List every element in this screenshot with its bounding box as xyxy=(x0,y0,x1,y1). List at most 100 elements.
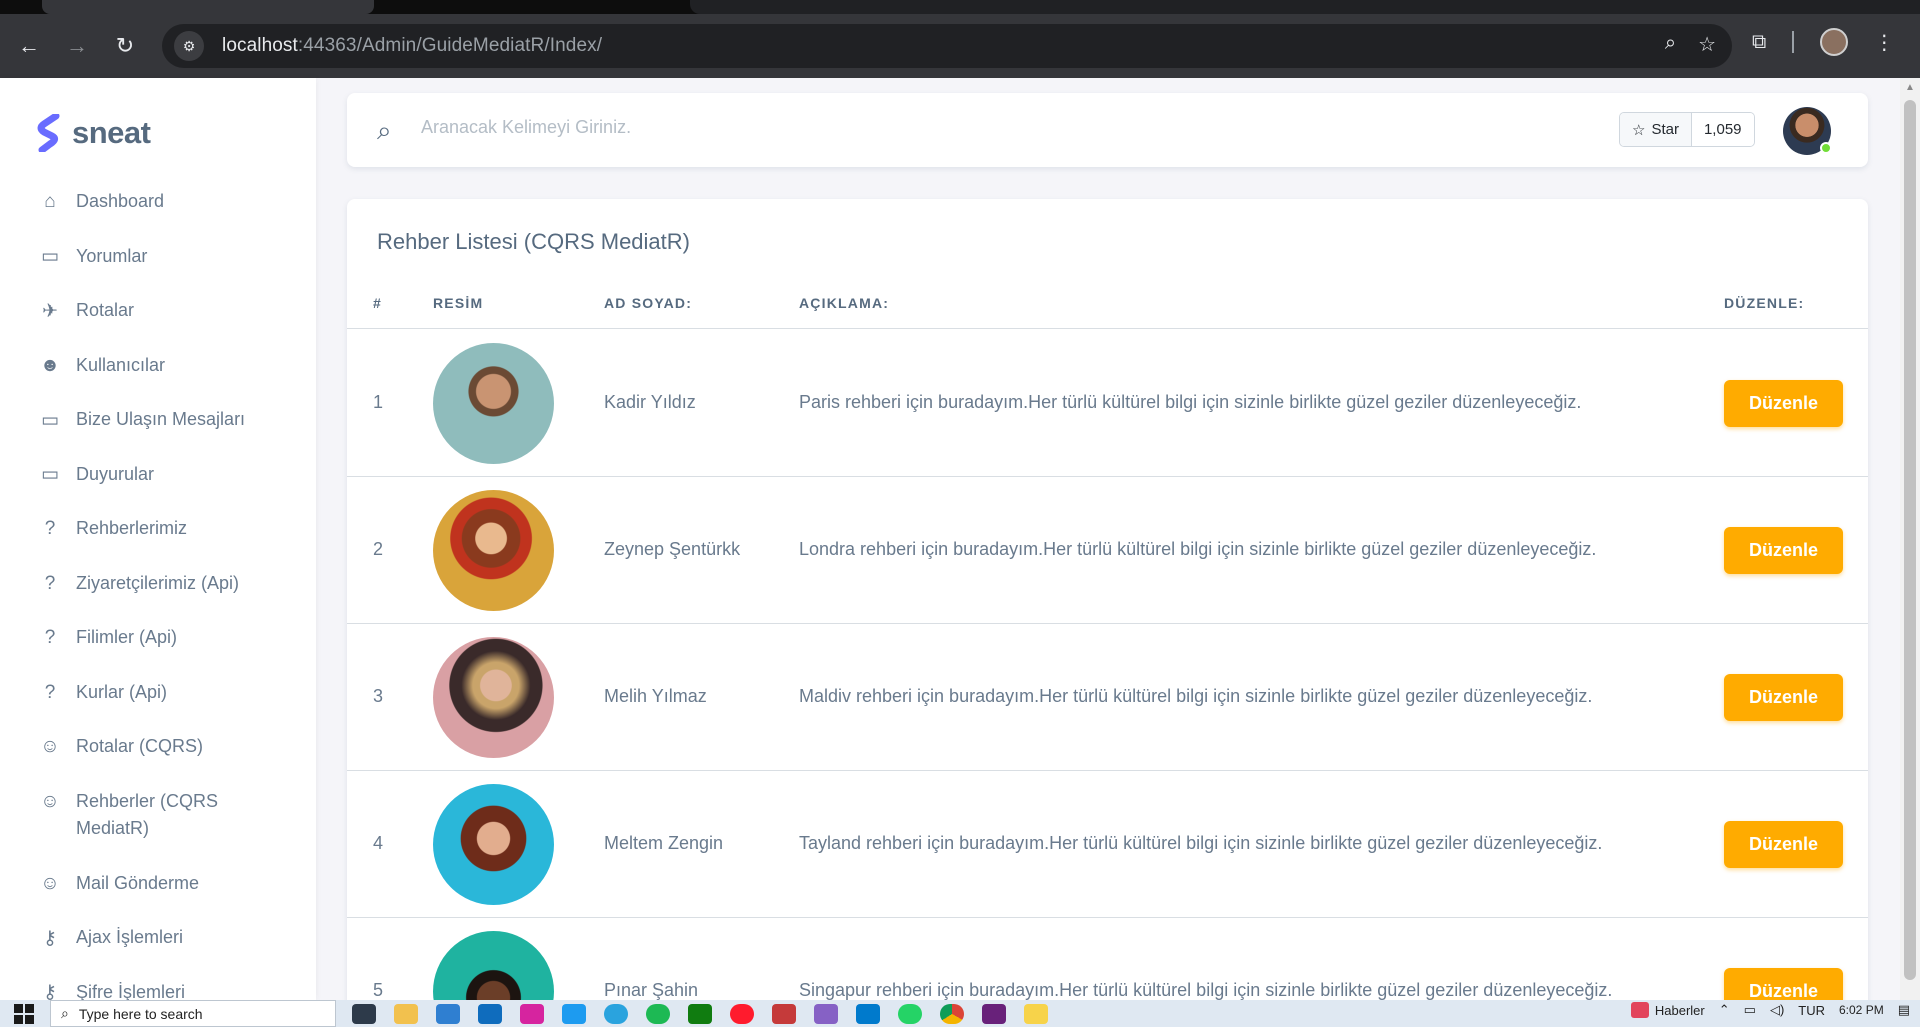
zoom-icon[interactable]: ⌕ xyxy=(1665,32,1676,57)
sidebar-item-label: Rehberlerimiz xyxy=(76,518,188,538)
back-icon[interactable]: ← xyxy=(10,27,48,65)
sidebar-item-yorumlar[interactable]: ▭ Yorumlar xyxy=(38,245,308,300)
network-icon[interactable]: ▭ xyxy=(1744,1002,1756,1018)
sidebar-item-label: Rehberler (CQRS MediatR) xyxy=(76,790,219,838)
tab-strip-background xyxy=(690,0,1920,14)
opera-icon[interactable] xyxy=(730,1003,754,1024)
online-status-icon xyxy=(1820,142,1832,154)
volume-icon[interactable]: ◁) xyxy=(1770,1002,1784,1018)
row-number: 3 xyxy=(373,686,384,706)
language-indicator[interactable]: TUR xyxy=(1798,1003,1825,1018)
table-row: 1 Kadir Yıldız Paris rehberi için burada… xyxy=(347,330,1868,477)
sidebar-item-label: Mail Gönderme xyxy=(76,872,200,893)
column-header-description: AÇIKLAMA: xyxy=(799,295,890,311)
store-icon[interactable] xyxy=(436,1003,460,1024)
sidebar-item-dashboard[interactable]: ⌂ Dashboard xyxy=(38,190,308,245)
github-star-button[interactable]: ☆ Star xyxy=(1620,113,1692,146)
site-info-icon[interactable]: ⚙ xyxy=(174,31,204,61)
profile-avatar[interactable] xyxy=(1820,28,1849,56)
sidebar-item-rotalar[interactable]: ✈ Rotalar xyxy=(38,299,308,354)
spotify-icon[interactable] xyxy=(646,1003,670,1024)
github-star-widget[interactable]: ☆ Star 1,059 xyxy=(1619,112,1755,147)
sidebar-item-rehberlerimiz[interactable]: ? Rehberlerimiz xyxy=(38,517,308,572)
reload-icon[interactable]: ↻ xyxy=(106,27,144,65)
url-host: localhost xyxy=(222,35,298,56)
notification-icon[interactable]: ▤ xyxy=(1898,1002,1910,1018)
edit-button[interactable]: Düzenle xyxy=(1724,821,1843,868)
active-tab[interactable] xyxy=(42,0,374,14)
visual-studio-icon[interactable] xyxy=(814,1003,838,1024)
comment-icon: ▭ xyxy=(41,246,59,267)
guide-description: Tayland rehberi için buradayım.Her türlü… xyxy=(799,833,1603,853)
news-widget[interactable]: Haberler xyxy=(1630,1002,1705,1018)
guide-name: Zeynep Şentürkk xyxy=(604,539,741,559)
sidebar-item-ziyaretcilerimiz[interactable]: ? Ziyaretçilerimiz (Api) xyxy=(38,572,308,627)
whatsapp-icon[interactable] xyxy=(898,1003,922,1024)
xbox-icon[interactable] xyxy=(688,1003,712,1024)
task-view-icon[interactable] xyxy=(352,1003,376,1024)
row-number: 5 xyxy=(373,980,384,1000)
sidebar-item-duyurular[interactable]: ▭ Duyurular xyxy=(38,463,308,518)
outlook-icon[interactable] xyxy=(478,1003,502,1024)
key-icon: ⚷ xyxy=(43,982,57,1000)
guide-list-card: Rehber Listesi (CQRS MediatR) # RESİM AD… xyxy=(347,199,1868,1019)
sidebar-item-rotalar-cqrs[interactable]: ☺ Rotalar (CQRS) xyxy=(38,735,308,790)
help-circle-icon: ? xyxy=(44,518,56,539)
help-circle-icon: ? xyxy=(44,572,56,594)
app-icon[interactable] xyxy=(772,1003,796,1024)
url-text[interactable]: localhost:44363/Admin/GuideMediatR/Index… xyxy=(222,35,602,57)
sidebar-item-rehberler-cqrs[interactable]: ☺ Rehberler (CQRS MediatR) xyxy=(38,790,308,872)
edit-button[interactable]: Düzenle xyxy=(1724,527,1843,574)
tray-chevron-icon[interactable]: ⌃ xyxy=(1719,1002,1730,1018)
chrome-icon[interactable] xyxy=(940,1003,964,1024)
star-count[interactable]: 1,059 xyxy=(1691,113,1754,146)
user-avatar[interactable] xyxy=(1783,107,1832,155)
clock[interactable]: 6:02 PM xyxy=(1839,1004,1884,1016)
instagram-icon[interactable] xyxy=(520,1003,544,1024)
sidebar-item-sifre[interactable]: ⚷ Şifre İşlemleri xyxy=(38,981,308,1001)
taskbar-search[interactable]: ⌕ Type here to search xyxy=(50,1000,336,1027)
sidebar-item-mail-gonderme[interactable]: ☺ Mail Gönderme xyxy=(38,872,308,927)
guide-photo xyxy=(433,490,554,611)
browser-menu-icon[interactable]: ⋮ xyxy=(1874,30,1894,55)
table-row: 4 Meltem Zengin Tayland rehberi için bur… xyxy=(347,771,1868,918)
twitter-icon[interactable] xyxy=(562,1003,586,1024)
sidebar: sneat ⌂ Dashboard ▭ Yorumlar ✈ Rotalar ☻ Kul… xyxy=(0,78,316,1000)
forward-icon[interactable]: → xyxy=(58,27,96,65)
edit-button[interactable]: Düzenle xyxy=(1724,380,1843,427)
row-number: 1 xyxy=(373,392,384,412)
bookmark-star-icon[interactable]: ☆ xyxy=(1698,32,1716,57)
windows-start-icon[interactable] xyxy=(14,1003,34,1024)
search-input[interactable] xyxy=(421,117,1021,138)
brand-name: sneat xyxy=(72,115,151,150)
address-bar[interactable]: ⚙ localhost:44363/Admin/GuideMediatR/Ind… xyxy=(162,24,1732,68)
sidebar-item-filimler[interactable]: ? Filimler (Api) xyxy=(38,626,308,681)
sidebar-item-label: Duyurular xyxy=(76,463,155,484)
extensions-icon[interactable]: ⧉ xyxy=(1752,31,1766,54)
file-explorer-icon[interactable] xyxy=(394,1003,418,1024)
row-number: 4 xyxy=(373,833,384,853)
plane-icon: ✈ xyxy=(42,300,58,322)
sidebar-item-label: Kurlar (Api) xyxy=(76,681,168,702)
key-icon: ⚷ xyxy=(43,927,57,949)
scroll-up-icon[interactable]: ▲ xyxy=(1905,82,1915,93)
column-header-image: RESİM xyxy=(433,295,484,311)
sidebar-item-kullanicilar[interactable]: ☻ Kullanıcılar xyxy=(38,354,308,409)
sidebar-item-ajax[interactable]: ⚷ Ajax İşlemleri xyxy=(38,926,308,981)
page-scrollbar[interactable]: ▲ xyxy=(1900,78,1920,1000)
column-header-name: AD SOYAD: xyxy=(604,295,693,311)
visual-studio-icon[interactable] xyxy=(982,1003,1006,1024)
brand[interactable]: sneat xyxy=(36,114,151,152)
scrollbar-thumb[interactable] xyxy=(1904,100,1916,980)
vscode-icon[interactable] xyxy=(856,1003,880,1024)
edit-button[interactable]: Düzenle xyxy=(1724,674,1843,721)
sidebar-item-label: Filimler (Api) xyxy=(76,627,177,647)
sidebar-item-bize-ulasin[interactable]: ▭ Bize Ulaşın Mesajları xyxy=(38,408,308,463)
sticky-notes-icon[interactable] xyxy=(1024,1003,1048,1024)
guide-description: Maldiv rehberi için buradayım.Her türlü … xyxy=(799,686,1593,706)
sidebar-item-kurlar[interactable]: ? Kurlar (Api) xyxy=(38,681,308,736)
guide-photo xyxy=(433,637,554,758)
search-icon: ⌕ xyxy=(61,1005,69,1021)
telegram-icon[interactable] xyxy=(604,1003,628,1024)
os-taskbar: ⌕ Type here to search Haberler ⌃ ▭ ◁) TUR… xyxy=(0,1000,1920,1027)
